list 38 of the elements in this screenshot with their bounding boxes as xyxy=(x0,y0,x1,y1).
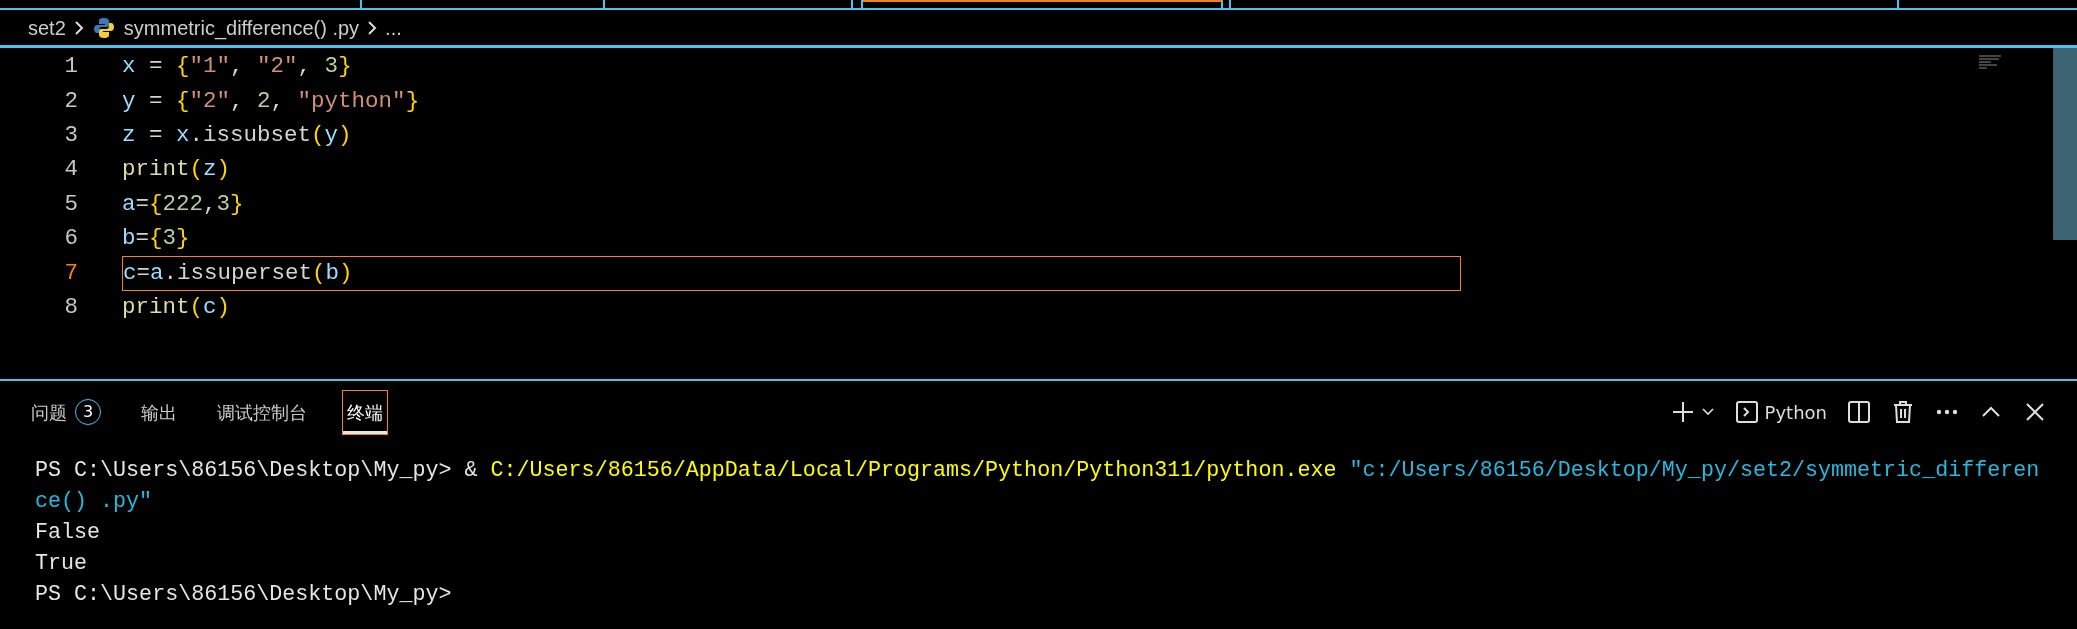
terminal-line: True xyxy=(35,550,89,578)
line-number: 5 xyxy=(63,189,78,219)
chevron-icon xyxy=(367,19,378,36)
terminal-selector[interactable]: Python xyxy=(1734,398,1827,426)
plus-icon xyxy=(1670,400,1695,424)
terminal-line: False xyxy=(35,519,102,547)
breadcrumb-more[interactable]: ... xyxy=(385,12,402,43)
terminal-line: ce() .py" xyxy=(35,488,154,516)
line-number: 1 xyxy=(63,52,78,82)
code-line: b={3} xyxy=(122,224,191,254)
panel-tab[interactable]: 问题 3 xyxy=(26,389,106,435)
line-number: 3 xyxy=(63,121,78,151)
caret-icon xyxy=(1700,407,1715,417)
panel-tab[interactable]: 调试控制台 xyxy=(212,389,312,435)
code-line: x = {"1", "2", 3} xyxy=(122,52,353,82)
line-number: 4 xyxy=(63,155,78,185)
scrollbar-thumb[interactable] xyxy=(2053,48,2077,240)
code-line: print(z) xyxy=(122,155,232,185)
trash-icon[interactable] xyxy=(1891,400,1915,424)
line-number: 7 xyxy=(63,258,78,288)
line-number: 6 xyxy=(63,224,78,254)
line-number: 8 xyxy=(63,293,78,323)
code-line: y = {"2", 2, "python"} xyxy=(122,86,421,116)
new-terminal-button[interactable] xyxy=(1670,400,1715,424)
breadcrumb-folder[interactable]: set2 xyxy=(28,12,66,43)
chevron-icon xyxy=(73,19,84,36)
code-line: print(c) xyxy=(122,293,232,323)
breadcrumb-file[interactable]: symmetric_difference() .py xyxy=(123,12,360,43)
code-line: z = x.issubset(y) xyxy=(122,121,353,151)
terminal-icon xyxy=(1734,400,1759,424)
panel-tab[interactable]: 输出 xyxy=(136,389,182,435)
terminal-line: PS C:\Users\86156\Desktop\My_py> xyxy=(35,581,453,609)
panel-tab[interactable]: 终端 xyxy=(342,389,388,435)
python-file-icon xyxy=(91,15,116,40)
split-icon[interactable] xyxy=(1847,400,1871,424)
line-number: 2 xyxy=(63,86,78,116)
code-line: a={222,3} xyxy=(122,189,245,219)
terminal-line: PS C:\Users\86156\Desktop\My_py> & C:/Users/86156/AppData/Local/Programs/Python/Python311/python.exe "c:/Users/86156/Desktop/My_py/set2/symmetric_differen xyxy=(35,457,2041,485)
